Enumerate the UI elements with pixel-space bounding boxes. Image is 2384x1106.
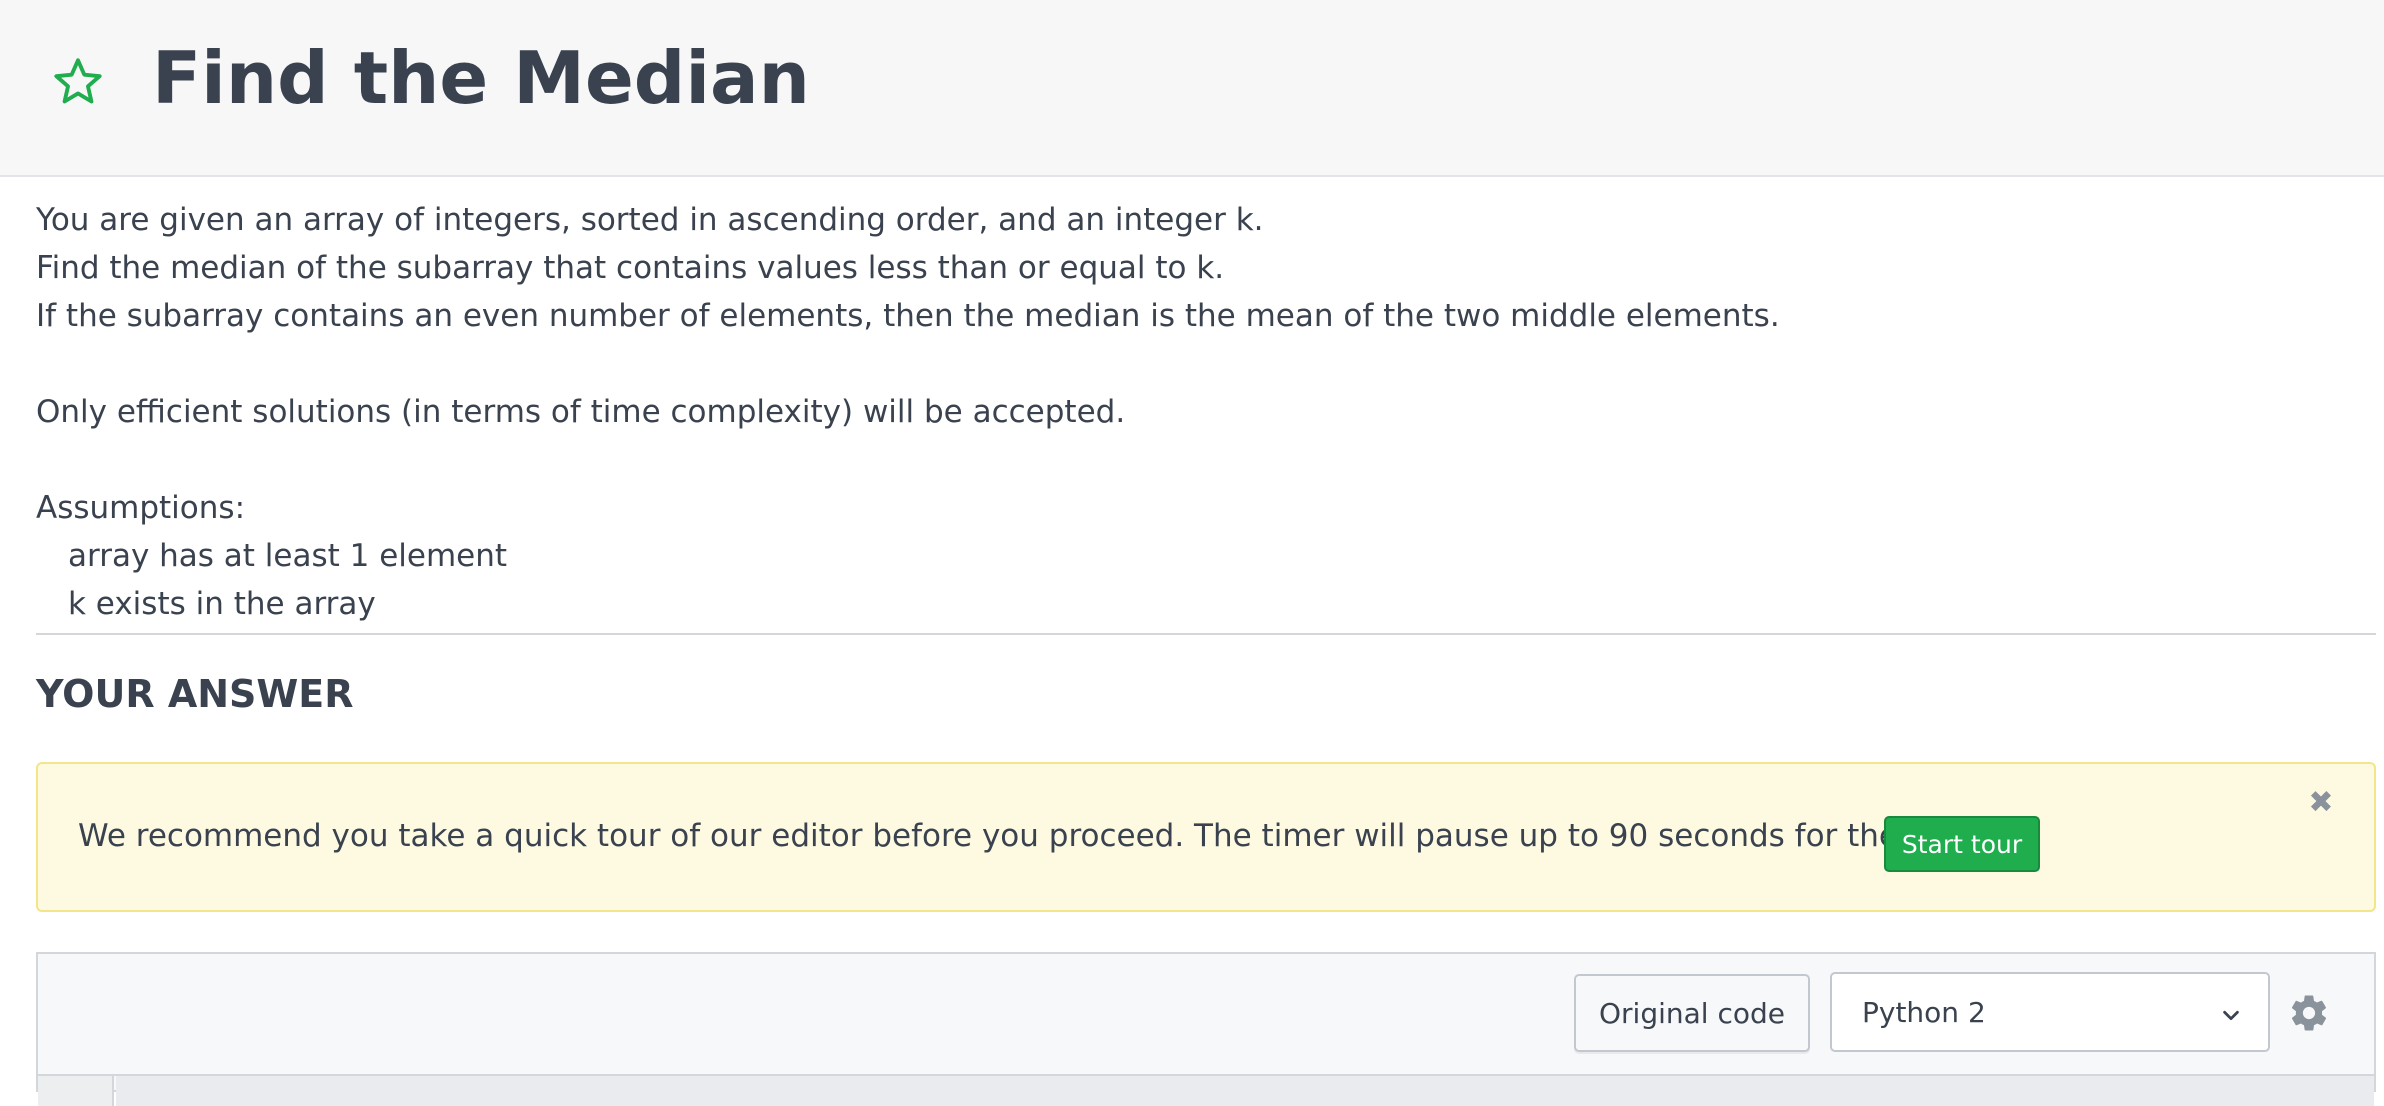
editor-gutter: [38, 1076, 114, 1106]
language-select[interactable]: Python 2: [1830, 972, 2270, 1052]
language-value: Python 2: [1862, 996, 1986, 1029]
problem-line: If the subarray contains an even number …: [36, 298, 1780, 334]
page-title: Find the Median: [152, 36, 810, 120]
code-editor: Original code Python 2: [36, 952, 2376, 1106]
problem-line: You are given an array of integers, sort…: [36, 202, 1264, 238]
problem-line: Find the median of the subarray that con…: [36, 250, 1225, 286]
assumption-item: array has at least 1 element: [68, 538, 508, 574]
efficiency-note: Only efficient solutions (in terms of ti…: [36, 394, 1126, 430]
gear-icon[interactable]: [2288, 992, 2330, 1034]
editor-toolbar: Original code Python 2: [38, 954, 2374, 1076]
close-icon[interactable]: ✖: [2306, 788, 2336, 818]
original-code-button[interactable]: Original code: [1574, 974, 1810, 1052]
tour-message: We recommend you take a quick tour of ou…: [78, 818, 1979, 854]
tour-banner: We recommend you take a quick tour of ou…: [36, 762, 2376, 912]
problem-statement: You are given an array of integers, sort…: [36, 196, 2336, 628]
challenge-header: Find the Median: [0, 0, 2384, 177]
answer-heading: YOUR ANSWER: [36, 672, 354, 716]
star-icon[interactable]: [52, 56, 104, 108]
section-divider: [36, 633, 2376, 635]
code-area[interactable]: [116, 1076, 2374, 1106]
assumption-item: k exists in the array: [68, 586, 376, 622]
start-tour-button[interactable]: Start tour: [1884, 816, 2040, 872]
chevron-down-icon: [2223, 1010, 2239, 1021]
assumptions-heading: Assumptions:: [36, 490, 246, 526]
